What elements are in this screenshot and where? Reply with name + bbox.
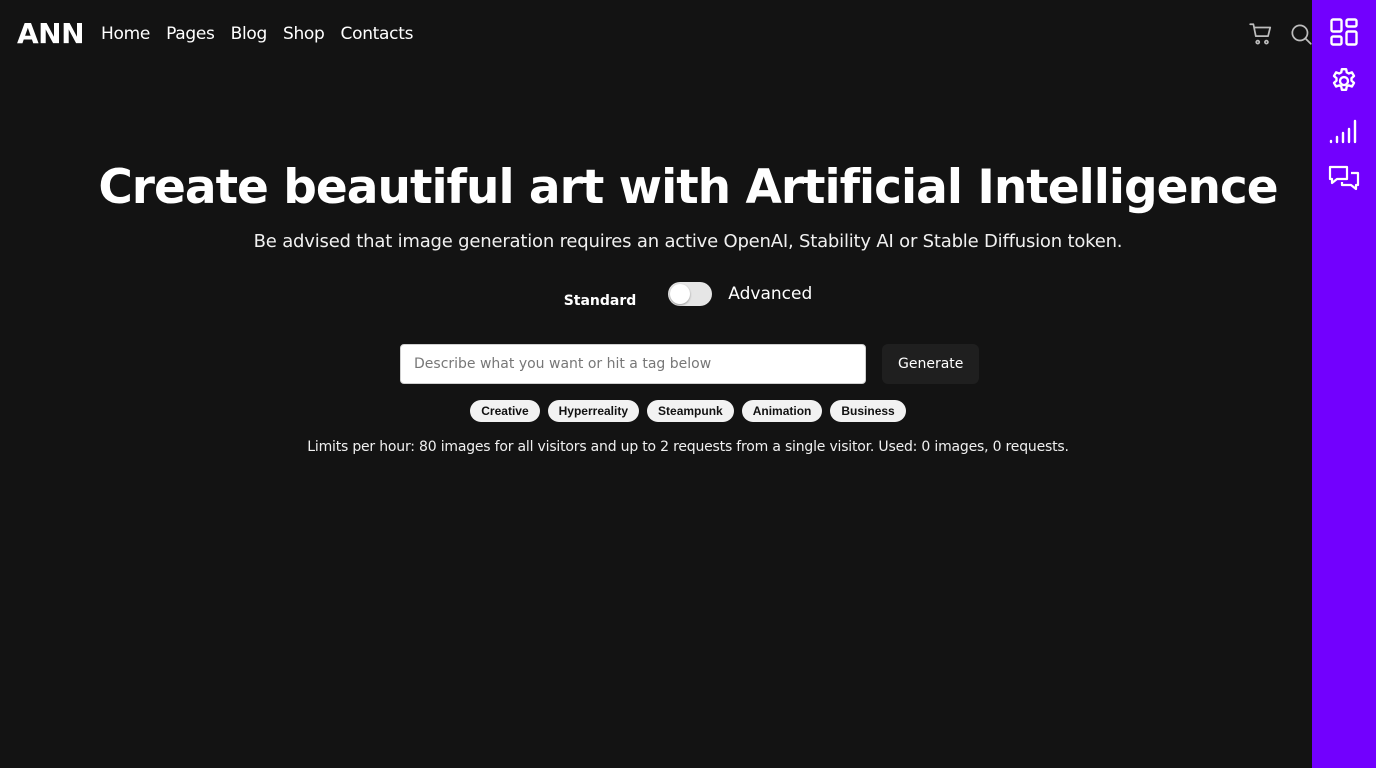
page-subtitle: Be advised that image generation require… — [253, 231, 1123, 252]
usage-limits-text: Limits per hour: 80 images for all visit… — [307, 439, 1069, 455]
tag-creative[interactable]: Creative — [470, 400, 540, 422]
mode-toggle: Standard Advanced — [0, 279, 1376, 309]
nav-shop[interactable]: Shop — [283, 24, 325, 44]
tag-business[interactable]: Business — [830, 400, 906, 422]
header-icons — [1248, 21, 1320, 49]
nav-home[interactable]: Home — [101, 24, 150, 44]
page-title: Create beautiful art with Artificial Int… — [98, 160, 1278, 215]
site-header: ANN Home Pages Blog Shop Contacts — [0, 0, 1312, 68]
page: ANN Home Pages Blog Shop Contacts Create… — [0, 0, 1376, 768]
generate-button[interactable]: Generate — [882, 344, 980, 384]
advanced-label: Advanced — [728, 284, 813, 304]
standard-label: Standard — [563, 293, 637, 309]
main-nav: Home Pages Blog Shop Contacts — [101, 24, 413, 44]
signal-icon[interactable] — [1328, 114, 1360, 146]
search-icon[interactable] — [1288, 21, 1314, 47]
tag-hyperreality[interactable]: Hyperreality — [547, 400, 640, 422]
nav-blog[interactable]: Blog — [231, 24, 268, 44]
nav-pages[interactable]: Pages — [166, 24, 215, 44]
nav-contacts[interactable]: Contacts — [341, 24, 414, 44]
site-logo[interactable]: ANN — [17, 20, 85, 48]
mode-switch[interactable] — [668, 282, 713, 306]
cart-icon[interactable] — [1248, 21, 1274, 47]
switch-knob — [670, 284, 691, 304]
dashboard-icon[interactable] — [1328, 16, 1360, 48]
prompt-tags: Creative Hyperreality Steampunk Animatio… — [0, 400, 1376, 422]
prompt-input[interactable] — [400, 344, 866, 384]
tag-animation[interactable]: Animation — [741, 400, 823, 422]
gear-icon[interactable] — [1328, 65, 1360, 97]
tag-steampunk[interactable]: Steampunk — [647, 400, 734, 422]
prompt-row: Generate — [400, 344, 980, 384]
right-toolbar — [1312, 0, 1376, 768]
